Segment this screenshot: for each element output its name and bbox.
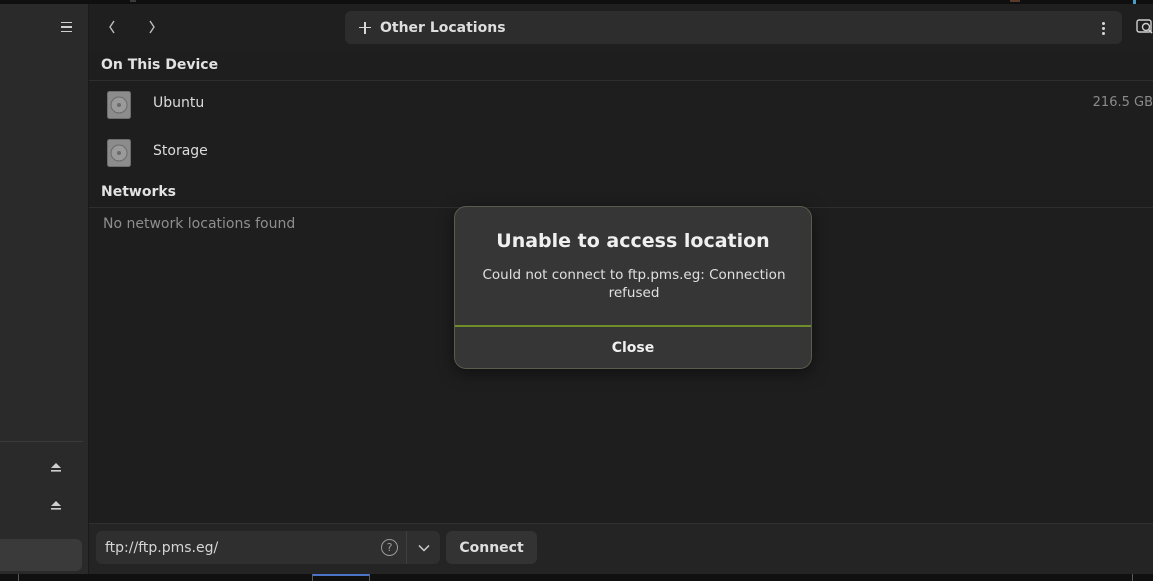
error-dialog: Unable to access location Could not conn… — [454, 206, 812, 369]
plus-icon — [359, 21, 371, 34]
more-options-icon[interactable] — [1096, 20, 1110, 36]
server-address-input[interactable] — [96, 531, 376, 564]
header-bar: Other Locations — [89, 4, 1153, 51]
location-label: Other Locations — [380, 19, 506, 36]
forward-button[interactable] — [141, 14, 163, 40]
back-button[interactable] — [101, 14, 123, 40]
device-row-storage[interactable]: Storage — [89, 129, 1153, 175]
sidebar — [0, 4, 89, 574]
sidebar-divider — [0, 441, 83, 442]
device-label: Storage — [153, 143, 208, 159]
section-title-networks: Networks — [101, 184, 177, 200]
chevron-down-icon — [417, 544, 430, 552]
no-networks-message: No network locations found — [103, 216, 296, 232]
section-title-device: On This Device — [101, 57, 219, 73]
eject-icon[interactable] — [50, 499, 62, 511]
recent-servers-dropdown[interactable] — [406, 531, 440, 564]
drive-harddisk-icon — [107, 91, 131, 119]
server-address-field[interactable]: ? — [96, 531, 440, 564]
drive-harddisk-icon — [107, 139, 131, 167]
taskbar-strip — [0, 574, 1153, 581]
chevron-right-icon — [149, 20, 155, 34]
chevron-left-icon — [109, 20, 115, 34]
dialog-title: Unable to access location — [496, 230, 770, 252]
location-path-bar[interactable]: Other Locations — [345, 11, 1122, 44]
eject-icon[interactable] — [50, 461, 62, 473]
help-icon[interactable]: ? — [381, 539, 398, 556]
device-row-ubuntu[interactable]: Ubuntu 216.5 GB — [89, 81, 1153, 127]
search-icon[interactable] — [1136, 17, 1153, 35]
device-size: 216.5 GB — [1092, 95, 1153, 110]
dialog-message: Could not connect to ftp.pms.eg: Connect… — [482, 267, 786, 301]
main-menu-icon[interactable] — [57, 18, 75, 36]
device-label: Ubuntu — [153, 95, 205, 111]
connect-bar: ? Connect — [89, 523, 1153, 574]
connect-button[interactable]: Connect — [446, 531, 537, 564]
close-button[interactable]: Close — [455, 327, 811, 368]
sidebar-item-other-locations[interactable] — [0, 539, 82, 571]
